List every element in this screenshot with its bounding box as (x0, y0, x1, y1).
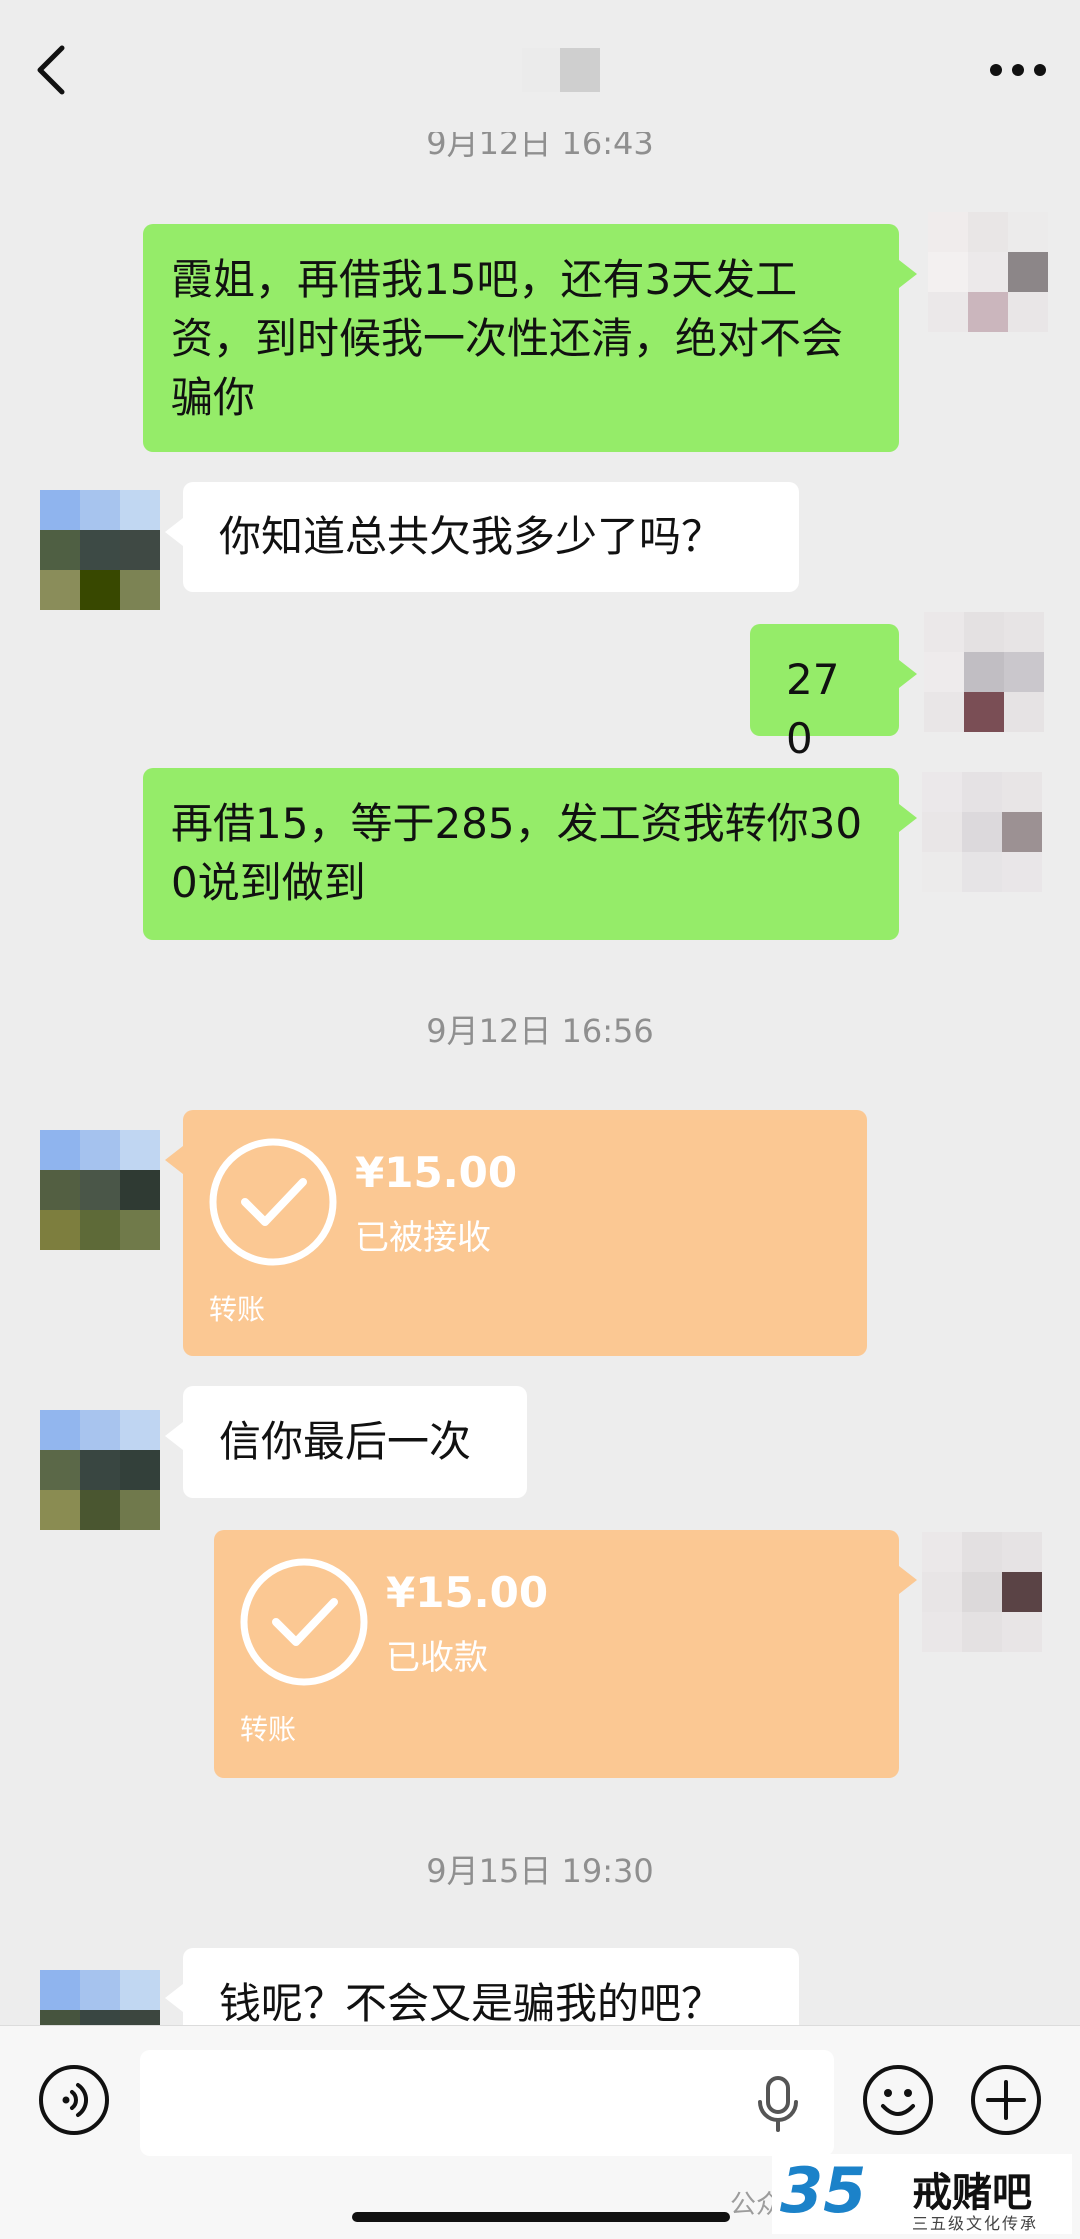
transfer-label: 转账 (209, 1293, 266, 1326)
message-text: 钱呢？不会又是骗我的吧？ (219, 1979, 724, 2025)
message-bubble-sent[interactable]: 再借15，等于285，发工资我转你300说到做到 (143, 768, 917, 940)
transfer-amount: ¥15.00 (386, 1568, 549, 1617)
contact-avatar[interactable] (40, 1970, 160, 2025)
timestamp: 9月12日 16:56 (426, 1012, 654, 1050)
message-bubble-received[interactable]: 钱呢？不会又是骗我的吧？ (165, 1948, 799, 2025)
contact-avatar[interactable] (40, 1410, 160, 1530)
chevron-left-icon[interactable] (32, 40, 72, 100)
watermark-logo: 35 戒赌吧 三五级文化传承 (772, 2154, 1072, 2234)
timestamp: 9月15日 19:30 (426, 1852, 654, 1890)
emoji-icon[interactable] (862, 2064, 934, 2136)
chat-title (522, 48, 600, 92)
plus-icon[interactable] (970, 2064, 1042, 2136)
contact-avatar[interactable] (40, 1130, 160, 1250)
contact-avatar[interactable] (40, 490, 160, 610)
transfer-card[interactable]: ¥15.00 已被接收 转账 (165, 1110, 867, 1356)
message-text: 270 (786, 655, 840, 763)
microphone-icon[interactable] (756, 2076, 800, 2132)
message-text: 你知道总共欠我多少了吗？ (219, 512, 724, 561)
message-text: 信你最后一次 (219, 1417, 472, 1466)
message-bubble-received[interactable]: 你知道总共欠我多少了吗？ (165, 482, 799, 592)
message-text: 再借15，等于285，发工资我转你300说到做到 (171, 799, 863, 907)
transfer-amount: ¥15.00 (355, 1148, 518, 1197)
home-indicator[interactable] (352, 2212, 730, 2222)
message-bubble-sent[interactable]: 270 (750, 624, 917, 763)
transfer-status: 已收款 (386, 1638, 488, 1678)
message-input[interactable] (140, 2050, 834, 2156)
chat-header (0, 0, 1080, 132)
check-circle-icon (209, 1138, 337, 1266)
message-bubble-received[interactable]: 信你最后一次 (165, 1386, 527, 1498)
voice-input-icon[interactable] (38, 2064, 110, 2136)
input-toolbar: 公众号 35 戒赌吧 三五级文化传承 (0, 2025, 1080, 2239)
transfer-label: 转账 (240, 1713, 297, 1746)
my-avatar[interactable] (922, 772, 1042, 892)
my-avatar[interactable] (924, 612, 1044, 732)
my-avatar[interactable] (928, 212, 1048, 332)
watermark-logo-mark: 35 (780, 2154, 867, 2227)
my-avatar[interactable] (922, 1532, 1042, 1652)
transfer-card[interactable]: ¥15.00 已收款 转账 (214, 1530, 917, 1778)
more-dots-icon[interactable] (990, 64, 1046, 78)
message-bubble-sent[interactable]: 霞姐，再借我15吧，还有3天发工资，到时候我一次性还清，绝对不会骗你 (143, 224, 917, 452)
check-circle-icon (240, 1558, 368, 1686)
watermark-subtitle: 三五级文化传承 (912, 2214, 1039, 2233)
transfer-status: 已被接收 (355, 1218, 491, 1258)
message-text: 霞姐，再借我15吧，还有3天发工资，到时候我一次性还清，绝对不会骗你 (171, 255, 844, 422)
chat-area[interactable]: 9月12日 16:43 霞姐，再借我15吧，还有3天发工资，到时候我一次性还清，… (0, 0, 1080, 2025)
